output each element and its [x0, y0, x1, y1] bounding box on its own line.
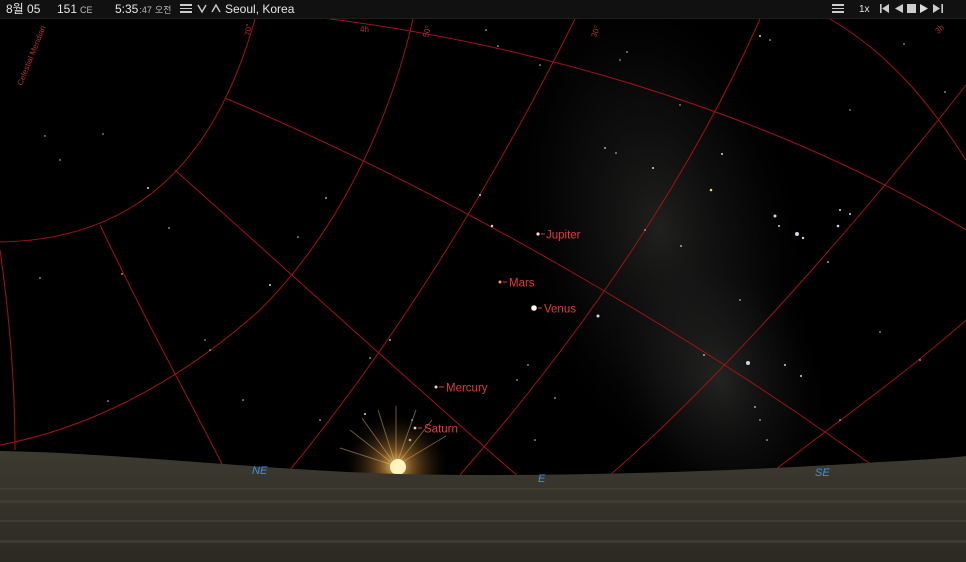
compass-e: E — [538, 473, 546, 485]
ra-label-70: 70° — [243, 23, 254, 36]
speed-label: 1x — [859, 4, 870, 15]
mercury-label: Mercury — [446, 383, 488, 395]
year-display[interactable]: 151 CE — [57, 2, 93, 17]
time-menu-icon[interactable] — [180, 4, 192, 13]
main-menu-icon[interactable] — [832, 4, 844, 13]
venus-marker[interactable] — [531, 305, 537, 311]
step-back-icon[interactable] — [895, 4, 903, 13]
ampm-label: 오전 — [154, 5, 172, 15]
play-icon[interactable] — [920, 4, 928, 13]
mercury-marker[interactable] — [434, 385, 438, 389]
sky-view[interactable]: Celestial Meridian 70° 4h 50° 30° 3h Jup… — [0, 19, 966, 562]
mars-label: Mars — [509, 278, 535, 290]
saturn-marker[interactable] — [413, 426, 417, 430]
jupiter-marker[interactable] — [536, 232, 540, 236]
saturn-label: Saturn — [424, 424, 458, 436]
year-value: 151 — [57, 2, 78, 16]
time-value: 5:35 — [115, 2, 139, 16]
chevron-up-icon[interactable] — [211, 3, 221, 14]
jupiter-label: Jupiter — [546, 230, 581, 242]
compass-se: SE — [815, 467, 830, 479]
stop-icon[interactable] — [907, 4, 916, 13]
venus-label: Venus — [544, 304, 576, 316]
location-label[interactable]: Seoul, Korea — [225, 2, 294, 16]
skip-forward-icon[interactable] — [933, 4, 943, 13]
compass-ne: NE — [252, 465, 268, 477]
era-label: CE — [80, 5, 93, 15]
skip-back-icon[interactable] — [880, 4, 890, 13]
date-display[interactable]: 8월 05 — [6, 2, 40, 16]
mars-marker[interactable] — [498, 280, 502, 284]
ra-label-4h: 4h — [360, 25, 369, 34]
time-display[interactable]: 5:35:47 오전 — [115, 2, 171, 17]
seconds-value: :47 — [139, 5, 152, 15]
chevron-down-icon[interactable] — [197, 3, 207, 14]
top-toolbar: 8월 05 151 CE 5:35:47 오전 Seoul, Korea 1x — [0, 0, 966, 19]
